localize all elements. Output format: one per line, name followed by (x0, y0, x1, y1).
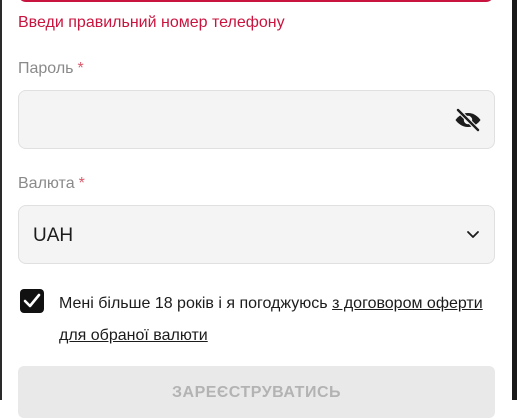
window-frame-right (512, 0, 517, 400)
required-mark: * (78, 175, 85, 192)
agreement-label: Мені більше 18 років і я погоджуюсь (59, 295, 333, 312)
currency-label-text: Валюта (18, 175, 75, 192)
password-label-text: Пароль (18, 60, 74, 77)
phone-input[interactable] (18, 0, 494, 2)
agreement-checkbox[interactable] (20, 289, 44, 313)
required-mark: * (77, 60, 84, 77)
register-button[interactable]: ЗАРЕЄСТРУВАТИСЬ (18, 366, 495, 418)
checkmark-icon (23, 293, 41, 308)
password-input[interactable] (18, 90, 495, 149)
phone-error-message: Введи правильний номер телефону (18, 14, 285, 31)
chevron-down-icon[interactable] (466, 230, 480, 240)
eye-slash-icon[interactable] (454, 108, 482, 132)
currency-label: Валюта * (18, 175, 85, 193)
agreement-text: Мені більше 18 років і я погоджуюсь з до… (59, 288, 489, 352)
currency-selected-value: UAH (33, 225, 74, 246)
window-frame-left (0, 0, 2, 400)
password-label: Пароль * (18, 60, 84, 78)
currency-select[interactable]: UAH (18, 205, 495, 264)
